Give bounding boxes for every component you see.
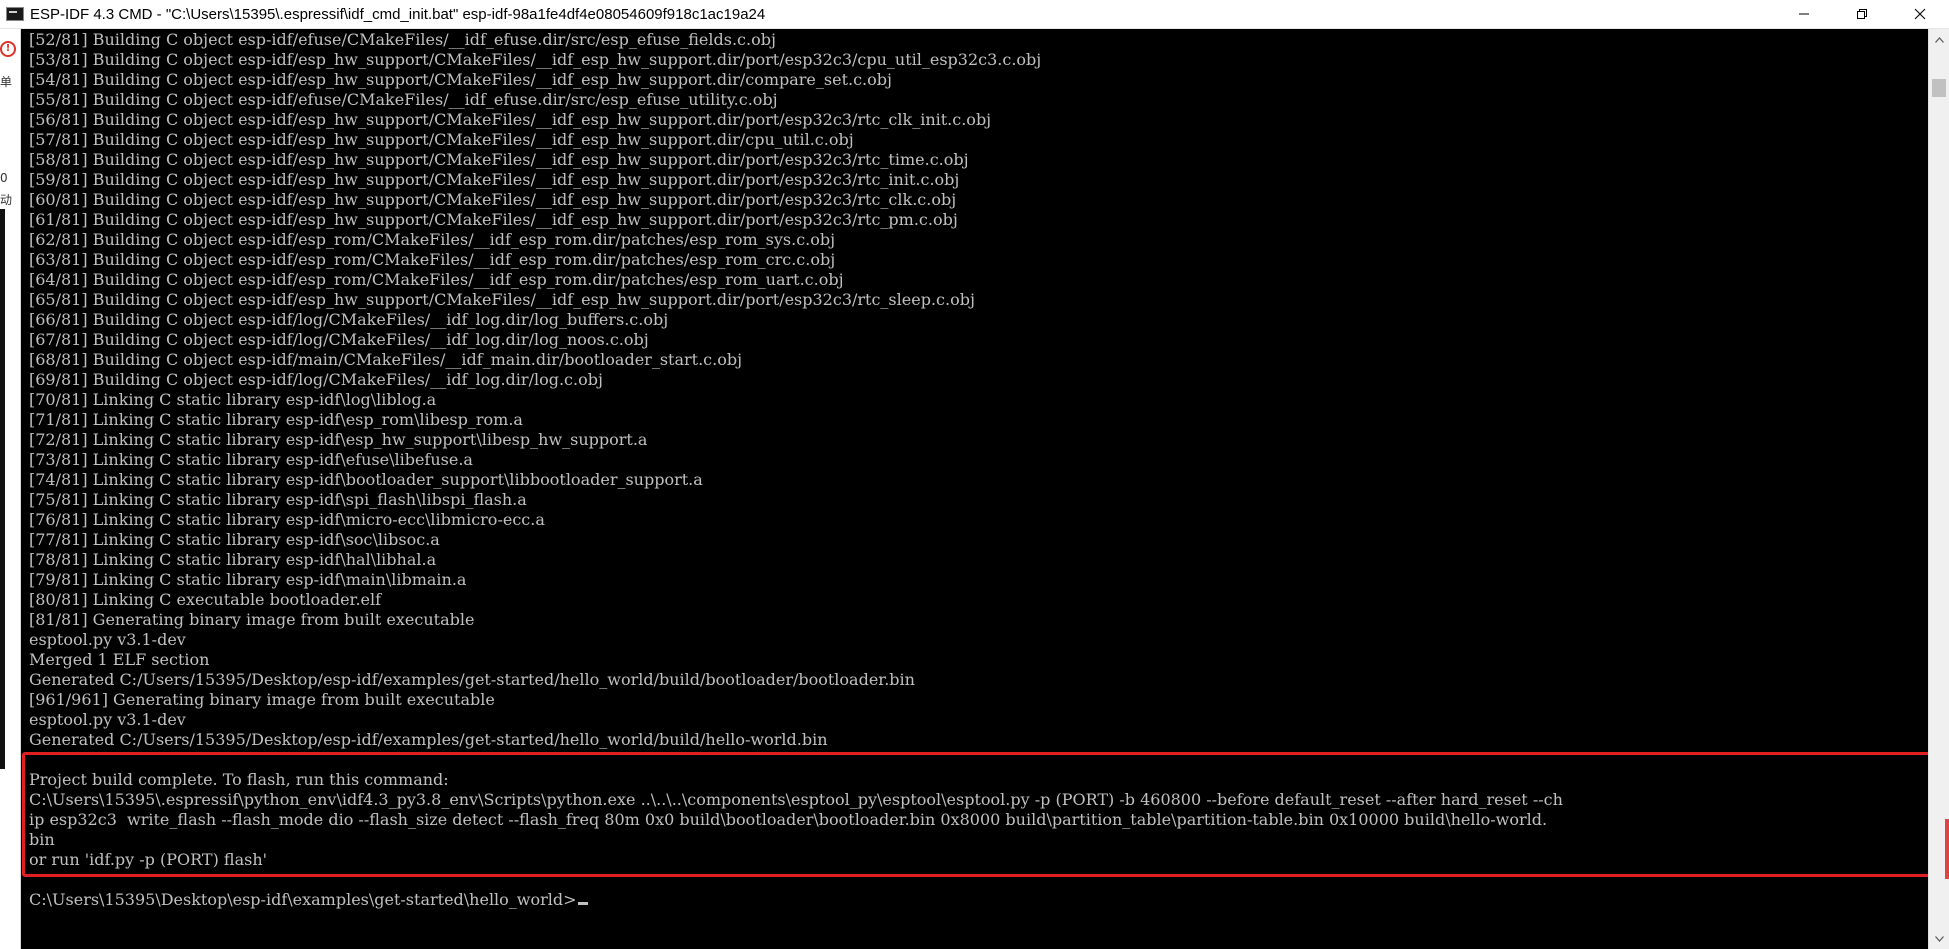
console-line: [80/81] Linking C executable bootloader.… bbox=[29, 590, 382, 609]
restore-button[interactable] bbox=[1833, 0, 1891, 28]
arrow-up-icon bbox=[1934, 36, 1944, 43]
vertical-scrollbar[interactable] bbox=[1928, 29, 1949, 949]
console-line: [73/81] Linking C static library esp-idf… bbox=[29, 450, 473, 469]
console-line: [63/81] Building C object esp-idf/esp_ro… bbox=[29, 250, 836, 269]
console-line: [53/81] Building C object esp-idf/esp_hw… bbox=[29, 50, 1042, 69]
close-icon bbox=[1914, 8, 1926, 20]
console-line: [64/81] Building C object esp-idf/esp_ro… bbox=[29, 270, 844, 289]
console-line: [81/81] Generating binary image from bui… bbox=[29, 610, 475, 629]
console-line: [961/961] Generating binary image from b… bbox=[29, 690, 495, 709]
console-line: [77/81] Linking C static library esp-idf… bbox=[29, 530, 440, 549]
close-button[interactable] bbox=[1891, 0, 1949, 28]
console-line: [67/81] Building C object esp-idf/log/CM… bbox=[29, 330, 649, 349]
scroll-up-button[interactable] bbox=[1929, 31, 1949, 48]
console-line: [78/81] Linking C static library esp-idf… bbox=[29, 550, 437, 569]
console-line: [65/81] Building C object esp-idf/esp_hw… bbox=[29, 290, 975, 309]
window-controls bbox=[1775, 0, 1949, 28]
console-line: [75/81] Linking C static library esp-idf… bbox=[29, 490, 527, 509]
console-line: [68/81] Building C object esp-idf/main/C… bbox=[29, 350, 743, 369]
scroll-thumb[interactable] bbox=[1932, 79, 1946, 97]
console-line: bin bbox=[29, 830, 55, 849]
title-bar[interactable]: ESP-IDF 4.3 CMD - "C:\Users\15395\.espre… bbox=[0, 0, 1949, 29]
background-window-edge bbox=[0, 209, 5, 769]
background-glyph: 动 bbox=[0, 193, 13, 207]
console-line: [74/81] Linking C static library esp-idf… bbox=[29, 470, 703, 489]
background-glyph: 单 bbox=[0, 75, 13, 89]
console-line: [62/81] Building C object esp-idf/esp_ro… bbox=[29, 230, 836, 249]
minimize-icon bbox=[1799, 13, 1809, 15]
cmd-console-icon[interactable] bbox=[6, 7, 24, 21]
console-line: Merged 1 ELF section bbox=[29, 650, 210, 669]
console-line: C:\Users\15395\Desktop\esp-idf\examples\… bbox=[29, 890, 1563, 910]
console-line: [54/81] Building C object esp-idf/esp_hw… bbox=[29, 70, 892, 89]
console-line: [57/81] Building C object esp-idf/esp_hw… bbox=[29, 130, 854, 149]
console-line: [60/81] Building C object esp-idf/esp_hw… bbox=[29, 190, 957, 209]
background-glyph: 0 bbox=[0, 171, 8, 185]
console-line: esptool.py v3.1-dev bbox=[29, 630, 186, 649]
minimize-button[interactable] bbox=[1775, 0, 1833, 28]
console-lines: [52/81] Building C object esp-idf/efuse/… bbox=[29, 30, 1563, 910]
text-cursor bbox=[577, 902, 588, 905]
console-line: [70/81] Linking C static library esp-idf… bbox=[29, 390, 437, 409]
highlight-edge bbox=[1945, 819, 1949, 879]
console-line: [55/81] Building C object esp-idf/efuse/… bbox=[29, 90, 778, 109]
console-line: [52/81] Building C object esp-idf/efuse/… bbox=[29, 30, 776, 49]
console-line: Generated C:/Users/15395/Desktop/esp-idf… bbox=[29, 730, 828, 749]
console-line: [58/81] Building C object esp-idf/esp_hw… bbox=[29, 150, 969, 169]
console-line: [76/81] Linking C static library esp-idf… bbox=[29, 510, 545, 529]
console-line: esptool.py v3.1-dev bbox=[29, 710, 186, 729]
window-title: ESP-IDF 4.3 CMD - "C:\Users\15395\.espre… bbox=[30, 5, 766, 23]
console-line: Generated C:/Users/15395/Desktop/esp-idf… bbox=[29, 670, 915, 689]
console-line: [61/81] Building C object esp-idf/esp_hw… bbox=[29, 210, 958, 229]
console-line: C:\Users\15395\.espressif\python_env\idf… bbox=[29, 790, 1563, 809]
console-line: [59/81] Building C object esp-idf/esp_hw… bbox=[29, 170, 960, 189]
background-window-strip: ! 单 0 动 bbox=[0, 29, 21, 949]
arrow-down-icon bbox=[1934, 935, 1944, 942]
scroll-down-button[interactable] bbox=[1929, 930, 1949, 947]
console-line: ip esp32c3 write_flash --flash_mode dio … bbox=[29, 810, 1548, 829]
console-line: [79/81] Linking C static library esp-idf… bbox=[29, 570, 467, 589]
restore-icon bbox=[1857, 9, 1867, 19]
console-line: Project build complete. To flash, run th… bbox=[29, 770, 449, 789]
console-output-area[interactable]: [52/81] Building C object esp-idf/efuse/… bbox=[21, 29, 1929, 949]
console-line: or run 'idf.py -p (PORT) flash' bbox=[29, 850, 268, 869]
info-icon: ! bbox=[0, 41, 16, 57]
console-line: [69/81] Building C object esp-idf/log/CM… bbox=[29, 370, 603, 389]
console-line: [66/81] Building C object esp-idf/log/CM… bbox=[29, 310, 669, 329]
console-line: [56/81] Building C object esp-idf/esp_hw… bbox=[29, 110, 992, 129]
console-line: [71/81] Linking C static library esp-idf… bbox=[29, 410, 523, 429]
console-line: [72/81] Linking C static library esp-idf… bbox=[29, 430, 648, 449]
